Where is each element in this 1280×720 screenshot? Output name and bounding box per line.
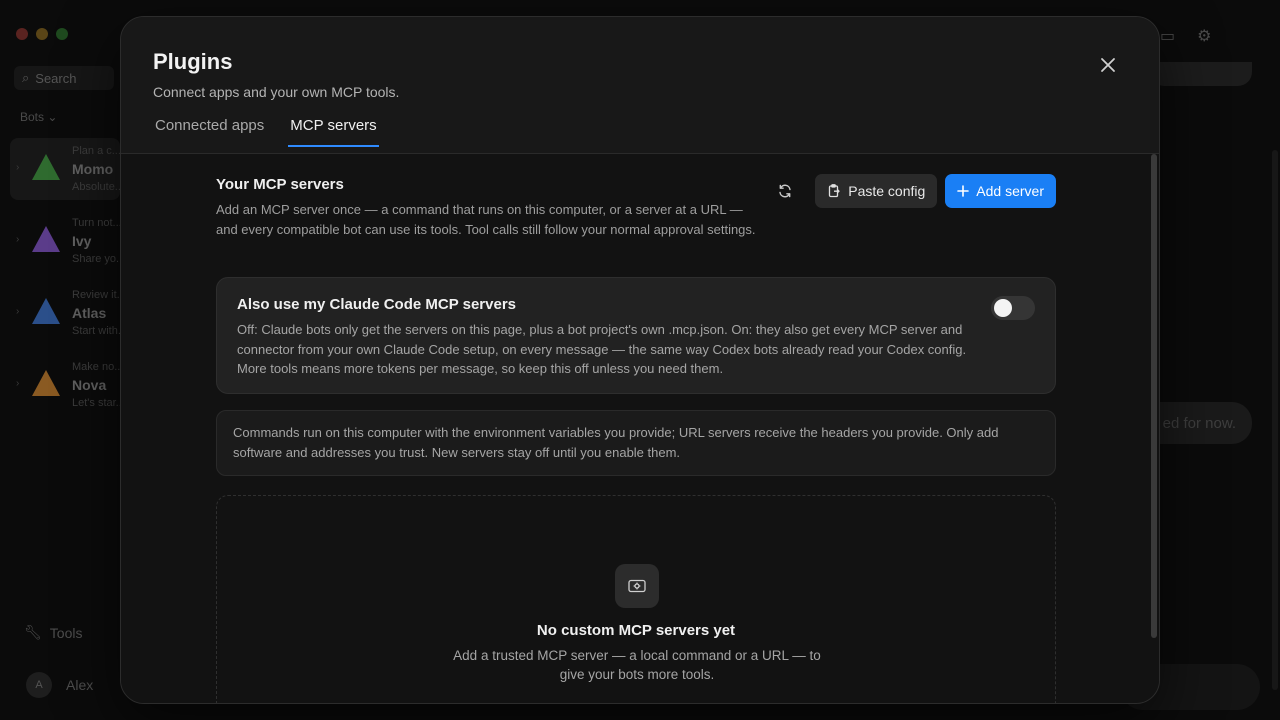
sidebar-bot-atlas[interactable]: › Review it... Atlas Start with... xyxy=(10,282,127,344)
section-title: Your MCP servers xyxy=(216,176,344,193)
sidebar-tools[interactable]: 🔧︎ Tools xyxy=(24,624,82,641)
close-window-button[interactable] xyxy=(16,28,28,40)
chat-scrollbar[interactable] xyxy=(1272,150,1278,690)
chevron-right-icon: › xyxy=(16,378,20,389)
sidebar-bot-momo[interactable]: › Plan a c... Momo Absolute... xyxy=(10,138,124,200)
minimize-window-button[interactable] xyxy=(36,28,48,40)
security-note-card: Commands run on this computer with the e… xyxy=(216,410,1056,476)
bot-avatar xyxy=(32,298,60,324)
modal-title: Plugins xyxy=(153,49,233,74)
sidebar-bot-nova[interactable]: › Make no... Nova Let's star... xyxy=(10,354,125,416)
toggle-knob xyxy=(994,299,1012,317)
chevron-right-icon: › xyxy=(16,234,20,245)
sidebar-user[interactable]: A Alex xyxy=(26,672,93,698)
empty-state-description: Add a trusted MCP server — a local comma… xyxy=(453,648,821,682)
claude-code-toggle-description: Off: Claude bots only get the servers on… xyxy=(237,322,967,376)
clipboard-icon xyxy=(829,184,840,198)
modal-subtitle: Connect apps and your own MCP tools. xyxy=(153,84,400,100)
bot-avatar xyxy=(32,370,60,396)
empty-state: No custom MCP servers yet Add a trusted … xyxy=(216,495,1056,703)
sidebar-bot-ivy[interactable]: › Turn not... Ivy Share yo... xyxy=(10,210,125,272)
bot-avatar xyxy=(32,226,60,252)
security-note: Commands run on this computer with the e… xyxy=(233,425,999,460)
section-description: Add an MCP server once — a command that … xyxy=(216,202,756,237)
server-actions: Paste config Add server xyxy=(769,174,1056,208)
sidebar-section-label: Bots ⌄ xyxy=(20,110,58,124)
search-placeholder: Search xyxy=(35,70,77,86)
modal-scrollbar[interactable] xyxy=(1151,154,1157,638)
bot-meta: Review it... Atlas Start with... xyxy=(72,289,128,337)
plus-icon xyxy=(957,185,970,197)
zoom-window-button[interactable] xyxy=(56,28,68,40)
avatar: A xyxy=(26,672,52,698)
chat-bubble-top xyxy=(1150,62,1252,86)
close-icon xyxy=(1101,58,1115,72)
chevron-right-icon: › xyxy=(16,162,20,173)
search-icon: ⌕ xyxy=(22,70,30,85)
tab-mcp-servers[interactable]: MCP servers xyxy=(288,117,380,147)
bot-meta: Plan a c... Momo Absolute... xyxy=(72,145,124,193)
bot-avatar xyxy=(32,154,60,180)
plugins-modal: Plugins Connect apps and your own MCP to… xyxy=(120,16,1160,704)
tab-connected-apps[interactable]: Connected apps xyxy=(155,117,264,146)
claude-code-servers-card: Also use my Claude Code MCP servers Off:… xyxy=(216,277,1056,394)
add-server-button[interactable]: Add server xyxy=(945,174,1056,208)
server-icon xyxy=(615,564,659,608)
window-controls xyxy=(16,28,68,40)
refresh-icon xyxy=(779,184,791,198)
claude-code-toggle-title: Also use my Claude Code MCP servers xyxy=(237,296,516,313)
settings-icon[interactable]: ⚙ xyxy=(1197,26,1211,46)
modal-header: Plugins Connect apps and your own MCP to… xyxy=(121,17,1159,154)
screen-icon[interactable]: ▭ xyxy=(1160,26,1175,46)
modal-tabs: Connected apps MCP servers xyxy=(155,117,380,147)
chevron-right-icon: › xyxy=(16,306,20,317)
close-button[interactable] xyxy=(1097,54,1119,76)
paste-config-button[interactable]: Paste config xyxy=(815,174,938,208)
bot-meta: Turn not... Ivy Share yo... xyxy=(72,217,126,265)
refresh-button[interactable] xyxy=(769,174,801,208)
wrench-icon: 🔧︎ xyxy=(24,624,42,640)
top-right-icons: ▭ ⚙ xyxy=(1160,26,1211,46)
claude-code-toggle[interactable] xyxy=(991,296,1035,320)
empty-state-title: No custom MCP servers yet xyxy=(536,622,736,639)
sidebar-search[interactable]: ⌕ Search xyxy=(14,66,114,90)
bot-meta: Make no... Nova Let's star... xyxy=(72,361,125,409)
modal-body: Your MCP servers Add an MCP server once … xyxy=(121,154,1159,703)
